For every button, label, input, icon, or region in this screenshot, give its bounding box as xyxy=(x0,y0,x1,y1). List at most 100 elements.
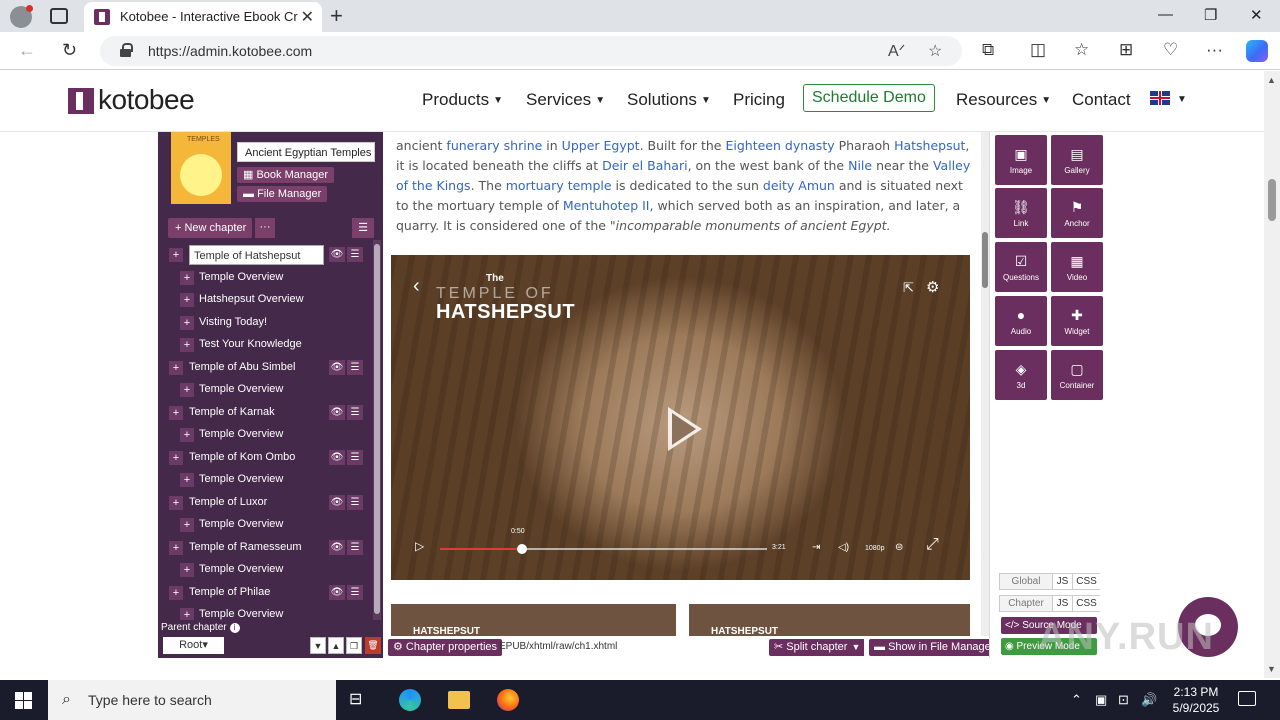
close-tab-icon[interactable]: ✕ xyxy=(301,7,314,27)
extensions-icon[interactable]: ⧉ xyxy=(982,40,994,60)
link-funerary-shrine[interactable]: funerary shrine xyxy=(446,138,542,153)
global-css-button[interactable]: CSS xyxy=(1072,574,1100,589)
nav-pricing[interactable]: Pricing xyxy=(733,90,785,110)
play-button[interactable]: ▷ xyxy=(415,539,424,553)
tool-image[interactable]: ▣ Image xyxy=(995,135,1047,185)
new-tab-icon[interactable]: + xyxy=(330,3,343,29)
content-paragraph[interactable]: ancient funerary shrine in Upper Egypt. … xyxy=(396,136,976,236)
fullscreen-icon[interactable]: ⤢ xyxy=(926,536,939,554)
subchapter-row[interactable]: + Hatshepsut Overview xyxy=(158,290,373,310)
subchapter-row[interactable]: + Visting Today! xyxy=(158,313,373,333)
copy-icon[interactable]: ❐ xyxy=(346,637,362,654)
chapter-row[interactable]: + Temple of Abu Simbel 👁 ☰ xyxy=(158,358,373,378)
tab-actions-icon[interactable] xyxy=(50,8,68,24)
eye-icon[interactable]: 👁 xyxy=(329,405,345,420)
add-subchapter-icon[interactable]: + xyxy=(169,248,183,262)
subchapter-row[interactable]: + Temple Overview xyxy=(158,515,373,535)
logo-text[interactable]: kotobee xyxy=(98,84,195,116)
more-menu-icon[interactable]: ··· xyxy=(1206,40,1223,60)
split-screen-icon[interactable]: ◫ xyxy=(1030,40,1046,60)
edge-icon[interactable] xyxy=(399,689,421,711)
quality-label[interactable]: 1080p xyxy=(865,545,884,552)
more-options-icon[interactable]: ··· xyxy=(255,218,275,238)
eye-icon[interactable]: 👁 xyxy=(329,540,345,555)
subchapter-row[interactable]: + Temple Overview xyxy=(158,268,373,288)
favorite-star-icon[interactable]: ☆ xyxy=(928,41,942,61)
chapter-row[interactable]: + Temple of Luxor 👁 ☰ xyxy=(158,493,373,513)
nav-products[interactable]: Products ▼ xyxy=(422,90,503,110)
back-icon[interactable]: ← xyxy=(18,40,36,61)
nav-resources[interactable]: Resources ▼ xyxy=(956,90,1051,110)
list-icon[interactable]: ☰ xyxy=(347,360,363,375)
book-manager-button[interactable]: ▦ Book Manager xyxy=(237,167,334,183)
tool-gallery[interactable]: ▤ Gallery xyxy=(1051,135,1103,185)
eye-icon[interactable]: 👁 xyxy=(329,495,345,510)
tool-video[interactable]: ▦ Video xyxy=(1051,242,1103,292)
subchapter-row[interactable]: + Temple Overview xyxy=(158,470,373,490)
link-deity-amun[interactable]: deity Amun xyxy=(763,178,835,193)
browser-essentials-icon[interactable]: ♡ xyxy=(1163,40,1178,60)
add-icon[interactable]: + xyxy=(180,518,194,532)
chapter-properties-button[interactable]: ⚙ Chapter properties xyxy=(388,639,503,656)
add-icon[interactable]: + xyxy=(180,473,194,487)
task-view-icon[interactable]: ⊟ xyxy=(349,689,371,711)
tool-3d[interactable]: ◈ 3d xyxy=(995,350,1047,400)
split-chapter-button[interactable]: ✂ Split chapter xyxy=(769,639,853,656)
copilot-icon[interactable] xyxy=(1246,40,1268,62)
delete-icon[interactable]: 🗑 xyxy=(365,637,381,654)
add-subchapter-icon[interactable]: + xyxy=(169,541,183,555)
list-icon[interactable]: ☰ xyxy=(347,450,363,465)
add-icon[interactable]: + xyxy=(180,428,194,442)
file-explorer-icon[interactable] xyxy=(448,691,470,709)
video-progress-track[interactable] xyxy=(440,544,767,554)
video-player[interactable]: ‹ The TEMPLE OF HATSHEPSUT ⇱ ⚙ ▷ 0:50 3:… xyxy=(391,255,970,580)
sidebar-scrollbar[interactable] xyxy=(373,240,381,620)
list-icon[interactable]: ☰ xyxy=(347,405,363,420)
info-icon[interactable]: i xyxy=(229,623,240,633)
move-up-icon[interactable]: ▲ xyxy=(328,637,344,654)
chapter-css-button[interactable]: CSS xyxy=(1072,596,1100,611)
play-icon[interactable] xyxy=(668,407,702,451)
restore-icon[interactable]: ❐ xyxy=(1204,6,1217,24)
minimize-icon[interactable]: — xyxy=(1158,6,1173,23)
chapter-row[interactable]: + Temple of Karnak 👁 ☰ xyxy=(158,403,373,423)
add-icon[interactable]: + xyxy=(180,316,194,330)
firefox-icon[interactable] xyxy=(497,689,519,711)
new-chapter-button[interactable]: + New chapter xyxy=(168,218,252,238)
sidebar-menu-icon[interactable]: ☰ xyxy=(352,218,374,238)
url-field[interactable]: https://admin.kotobee.com Aᐟ ☆ xyxy=(100,36,962,66)
notification-icon[interactable] xyxy=(1238,691,1256,706)
link-eighteen-dynasty[interactable]: Eighteen dynasty xyxy=(725,138,834,153)
page-scroll-thumb[interactable] xyxy=(1268,179,1276,221)
eye-icon[interactable]: 👁 xyxy=(329,247,345,262)
nav-solutions[interactable]: Solutions ▼ xyxy=(627,90,711,110)
network-icon[interactable]: ⊡ xyxy=(1118,692,1129,708)
file-manager-button[interactable]: ▬ File Manager xyxy=(237,186,328,202)
video-thumbnail[interactable]: HATSHEPSUT xyxy=(689,604,970,636)
page-scrollbar[interactable]: ▲ ▼ xyxy=(1264,71,1280,678)
tool-anchor[interactable]: ⚑ Anchor xyxy=(1051,188,1103,238)
tool-audio[interactable]: ● Audio xyxy=(995,296,1047,346)
chapter-row[interactable]: + Temple of Hatshepsut 👁 ☰ xyxy=(158,245,373,265)
sidebar-scroll-thumb[interactable] xyxy=(374,244,380,614)
content-scrollbar[interactable] xyxy=(981,132,989,636)
global-js-button[interactable]: JS xyxy=(1052,574,1072,589)
read-aloud-icon[interactable]: Aᐟ xyxy=(888,41,905,61)
windows-start-icon[interactable] xyxy=(15,692,32,709)
chapter-row[interactable]: + Temple of Philae 👁 ☰ xyxy=(158,583,373,603)
uk-flag-icon[interactable] xyxy=(1150,91,1170,105)
list-icon[interactable]: ☰ xyxy=(347,495,363,510)
book-title-field[interactable]: Ancient Egyptian Temples xyxy=(237,142,375,162)
collections-icon[interactable]: ⊞ xyxy=(1119,40,1133,60)
eye-icon[interactable]: 👁 xyxy=(329,360,345,375)
chapter-name-input[interactable]: Temple of Hatshepsut xyxy=(189,245,324,265)
scroll-down-icon[interactable]: ▼ xyxy=(1267,664,1276,674)
captions-icon[interactable]: ⊜ xyxy=(895,542,903,553)
link-mentuhotep-ii[interactable]: Mentuhotep II xyxy=(563,198,650,213)
chevron-left-icon[interactable]: ‹ xyxy=(413,275,420,298)
video-thumbnail[interactable]: HATSHEPSUT xyxy=(391,604,676,636)
schedule-demo-button[interactable]: Schedule Demo xyxy=(803,84,935,112)
link-mortuary-temple[interactable]: mortuary temple xyxy=(506,178,612,193)
tool-container[interactable]: ▢ Container xyxy=(1051,350,1103,400)
chapter-js-button[interactable]: JS xyxy=(1052,596,1072,611)
